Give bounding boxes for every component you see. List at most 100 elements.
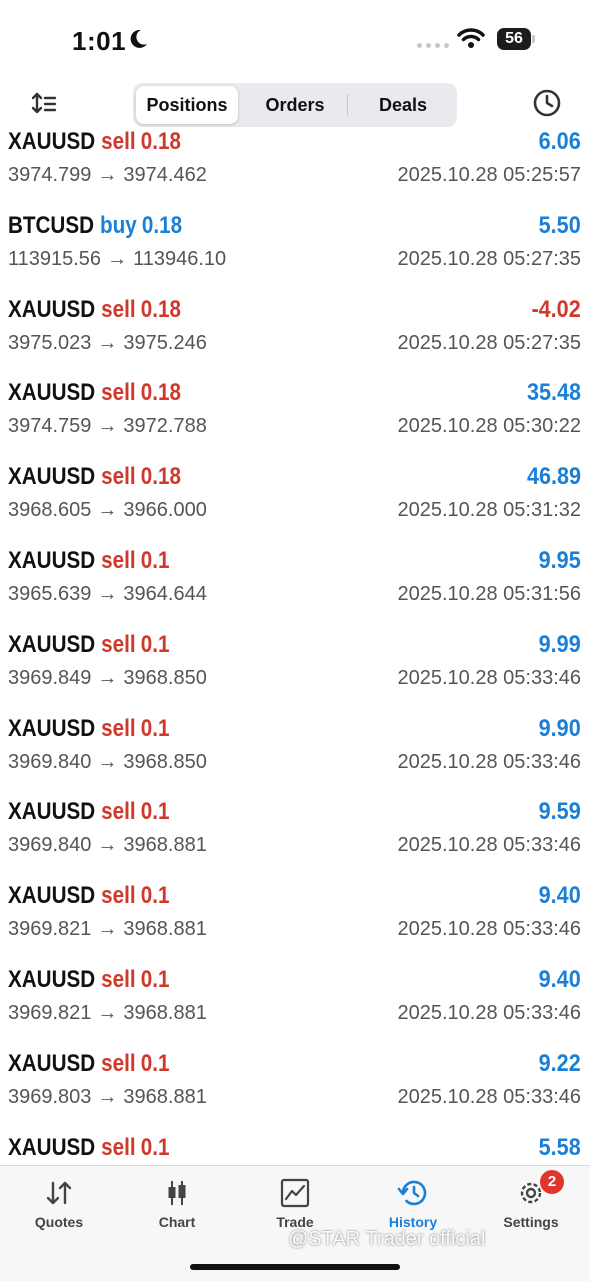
deal-close-price: 3968.881 bbox=[123, 1085, 207, 1108]
clock-icon[interactable] bbox=[532, 88, 562, 118]
deal-profit: 6.06 bbox=[538, 130, 581, 155]
tab-orders[interactable]: Orders bbox=[243, 86, 347, 124]
deal-row[interactable]: BTCUSD buy 0.18 5.50 113915.56 → 113946.10 2025… bbox=[0, 212, 590, 296]
deal-side: sell bbox=[101, 1133, 136, 1161]
deal-row[interactable]: XAUUSD sell 0.1 9.99 3969.849 → 3968.850 2025.1… bbox=[0, 631, 590, 715]
deal-close-price: 3964.644 bbox=[123, 583, 207, 605]
deal-volume: 0.18 bbox=[140, 295, 181, 323]
deal-symbol: XAUUSD bbox=[8, 463, 96, 491]
deal-side: buy bbox=[100, 211, 137, 239]
tab-label-quotes: Quotes bbox=[34, 1214, 84, 1230]
deal-volume: 0.1 bbox=[140, 798, 170, 826]
deal-row[interactable]: XAUUSD sell 0.1 9.40 3969.821 → 3968.881 2025.1… bbox=[0, 966, 590, 1050]
sort-icon[interactable] bbox=[30, 90, 58, 118]
deal-symbol-line: XAUUSD sell 0.1 bbox=[8, 882, 169, 910]
deal-close-price: 3968.881 bbox=[123, 834, 207, 857]
deal-volume: 0.1 bbox=[140, 1133, 170, 1161]
deal-volume: 0.18 bbox=[140, 463, 181, 491]
moon-icon bbox=[130, 29, 147, 48]
tab-deals[interactable]: Deals bbox=[351, 86, 455, 124]
deal-close-price: 3968.881 bbox=[123, 1002, 207, 1024]
deal-prices: 3969.849 → 3968.850 bbox=[8, 667, 207, 690]
deal-open-price: 113915.56 bbox=[8, 247, 102, 270]
price-arrow-icon: → bbox=[97, 666, 118, 689]
deal-row[interactable]: XAUUSD sell 0.1 9.95 3965.639 → 3964.644 2025.1… bbox=[0, 547, 590, 631]
deal-symbol: XAUUSD bbox=[8, 295, 96, 323]
deal-row[interactable]: XAUUSD sell 0.1 9.22 3969.803 → 3968.881 2025.1… bbox=[0, 1050, 590, 1134]
deal-volume: 0.1 bbox=[140, 714, 170, 742]
deal-symbol: XAUUSD bbox=[8, 966, 96, 993]
segment-divider bbox=[347, 94, 348, 116]
deal-close-price: 113946.10 bbox=[133, 247, 227, 270]
deal-time: 2025.10.28 05:33:46 bbox=[397, 1002, 581, 1024]
deal-side: sell bbox=[101, 1049, 136, 1077]
deal-open-price: 3968.605 bbox=[8, 499, 92, 522]
deal-symbol: XAUUSD bbox=[8, 882, 96, 910]
deal-side: sell bbox=[101, 882, 136, 910]
deal-time: 2025.10.28 05:27:35 bbox=[397, 331, 581, 354]
tab-quotes[interactable]: Quotes bbox=[0, 1174, 118, 1244]
deal-profit: 9.95 bbox=[538, 547, 581, 574]
deal-row[interactable]: XAUUSD sell 0.18 -4.02 3975.023 → 3975.246 2025… bbox=[0, 296, 590, 380]
deal-volume: 0.1 bbox=[140, 547, 170, 574]
deal-profit: 9.90 bbox=[538, 714, 581, 742]
deal-prices: 3965.639 → 3964.644 bbox=[8, 583, 207, 606]
deal-side: sell bbox=[101, 130, 136, 155]
price-arrow-icon: → bbox=[97, 1002, 118, 1024]
deal-open-price: 3974.799 bbox=[8, 164, 92, 186]
history-segmented-control: Positions Orders Deals bbox=[133, 83, 457, 127]
battery-icon: 56 bbox=[497, 28, 535, 50]
tab-bar: Quotes Chart Trade History 2 Settings @S… bbox=[0, 1165, 590, 1281]
deal-volume: 0.1 bbox=[140, 630, 170, 658]
price-arrow-icon: → bbox=[97, 583, 118, 605]
deal-symbol-line: XAUUSD sell 0.18 bbox=[8, 130, 181, 156]
deal-symbol-line: XAUUSD sell 0.18 bbox=[8, 379, 181, 407]
deal-symbol: XAUUSD bbox=[8, 379, 96, 407]
deal-time: 2025.10.28 05:33:46 bbox=[397, 1085, 581, 1108]
deal-prices: 3975.023 → 3975.246 bbox=[8, 332, 207, 355]
wifi-icon bbox=[457, 28, 485, 48]
deal-symbol-line: XAUUSD sell 0.18 bbox=[8, 463, 181, 491]
home-indicator[interactable] bbox=[190, 1264, 400, 1270]
watermark: @STAR Trader official bbox=[288, 1228, 486, 1250]
deal-volume: 0.18 bbox=[141, 211, 183, 239]
tab-label-settings: Settings bbox=[503, 1214, 559, 1230]
deal-open-price: 3969.821 bbox=[8, 918, 92, 941]
deal-open-price: 3969.821 bbox=[8, 1002, 92, 1024]
deal-row[interactable]: XAUUSD sell 0.18 35.48 3974.759 → 3972.788 2025… bbox=[0, 379, 590, 463]
deal-prices: 3969.840 → 3968.850 bbox=[8, 751, 207, 774]
deal-open-price: 3969.840 bbox=[8, 834, 92, 857]
deal-open-price: 3969.803 bbox=[8, 1085, 92, 1108]
deal-close-price: 3968.850 bbox=[123, 750, 207, 773]
price-arrow-icon: → bbox=[97, 834, 118, 857]
price-arrow-icon: → bbox=[97, 918, 118, 941]
deal-profit: 9.59 bbox=[538, 798, 581, 826]
deal-profit: 5.50 bbox=[538, 211, 581, 239]
deal-time: 2025.10.28 05:25:57 bbox=[397, 164, 581, 186]
deal-close-price: 3968.850 bbox=[123, 666, 207, 689]
deal-side: sell bbox=[101, 798, 136, 826]
price-arrow-icon: → bbox=[97, 164, 118, 186]
deal-side: sell bbox=[101, 379, 136, 407]
tab-settings[interactable]: 2 Settings bbox=[472, 1170, 590, 1244]
deal-row[interactable]: XAUUSD sell 0.1 9.40 3969.821 → 3968.881 2025.1… bbox=[0, 882, 590, 966]
tab-chart[interactable]: Chart bbox=[118, 1174, 236, 1244]
deal-symbol-line: XAUUSD sell 0.1 bbox=[8, 631, 169, 659]
quotes-arrows-icon bbox=[46, 1181, 72, 1205]
tab-positions[interactable]: Positions bbox=[136, 86, 238, 124]
deal-row[interactable]: XAUUSD sell 0.18 6.06 3974.799 → 3974.462 2025.… bbox=[0, 130, 590, 212]
deal-profit: 5.58 bbox=[538, 1133, 581, 1161]
deal-profit: 9.22 bbox=[538, 1049, 581, 1077]
deal-symbol: XAUUSD bbox=[8, 130, 96, 155]
deal-open-price: 3969.849 bbox=[8, 666, 92, 689]
deal-row[interactable]: XAUUSD sell 0.1 9.90 3969.840 → 3968.850 2025.1… bbox=[0, 715, 590, 799]
price-arrow-icon: → bbox=[97, 750, 118, 773]
deal-close-price: 3966.000 bbox=[123, 499, 207, 522]
price-arrow-icon: → bbox=[107, 247, 128, 270]
deal-row[interactable]: XAUUSD sell 0.18 46.89 3968.605 → 3966.000 2025… bbox=[0, 463, 590, 547]
deal-side: sell bbox=[101, 966, 136, 993]
deal-row[interactable]: XAUUSD sell 0.1 9.59 3969.840 → 3968.881 2025.1… bbox=[0, 798, 590, 882]
deal-row[interactable]: XAUUSD sell 0.1 5.58 bbox=[0, 1134, 590, 1165]
deal-profit: 9.40 bbox=[538, 966, 581, 993]
deal-open-price: 3975.023 bbox=[8, 331, 92, 354]
